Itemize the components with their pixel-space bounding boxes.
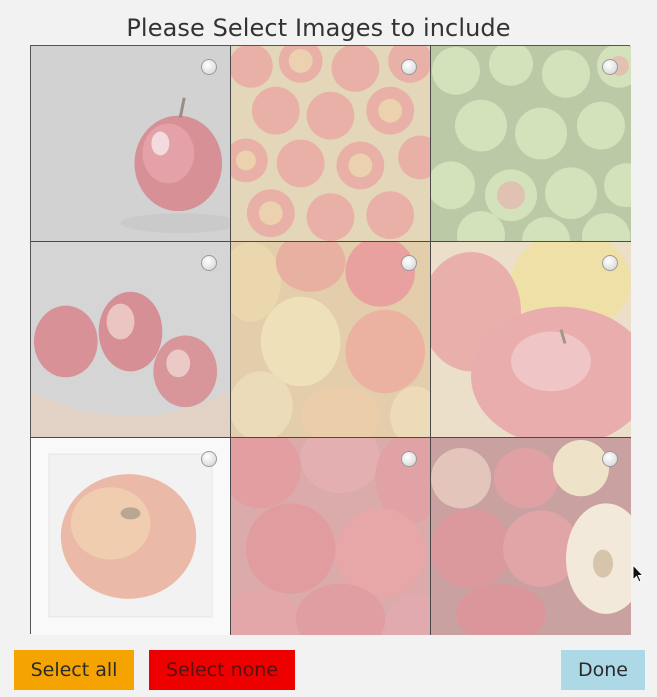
apple-photo-3	[431, 46, 631, 241]
mouse-pointer-icon	[632, 564, 644, 583]
dialog-title: Please Select Images to include	[126, 14, 511, 42]
apple-photo-4	[31, 242, 230, 437]
done-button[interactable]: Done	[561, 650, 645, 690]
select-radio-3[interactable]	[602, 59, 618, 75]
select-radio-4[interactable]	[201, 255, 217, 271]
apple-photo-2	[231, 46, 430, 241]
select-radio-5[interactable]	[401, 255, 417, 271]
image-tile-5[interactable]	[231, 242, 431, 438]
image-tile-7[interactable]	[31, 438, 231, 635]
apple-photo-6	[431, 242, 631, 437]
image-tile-9[interactable]	[431, 438, 631, 635]
apple-photo-9	[431, 438, 631, 635]
image-selection-dialog: Please Select Images to include Select a…	[0, 0, 657, 697]
apple-photo-5	[231, 242, 430, 437]
select-radio-2[interactable]	[401, 59, 417, 75]
image-tile-8[interactable]	[231, 438, 431, 635]
select-radio-9[interactable]	[602, 451, 618, 467]
apple-photo-7	[31, 438, 230, 635]
apple-photo-1	[31, 46, 230, 241]
select-all-button[interactable]: Select all	[14, 650, 134, 690]
select-radio-1[interactable]	[201, 59, 217, 75]
select-radio-7[interactable]	[201, 451, 217, 467]
image-tile-6[interactable]	[431, 242, 631, 438]
select-radio-6[interactable]	[602, 255, 618, 271]
image-grid	[30, 45, 631, 635]
image-tile-4[interactable]	[31, 242, 231, 438]
image-tile-2[interactable]	[231, 46, 431, 242]
image-tile-1[interactable]	[31, 46, 231, 242]
apple-photo-8	[231, 438, 430, 635]
image-tile-3[interactable]	[431, 46, 631, 242]
select-radio-8[interactable]	[401, 451, 417, 467]
select-none-button[interactable]: Select none	[149, 650, 295, 690]
